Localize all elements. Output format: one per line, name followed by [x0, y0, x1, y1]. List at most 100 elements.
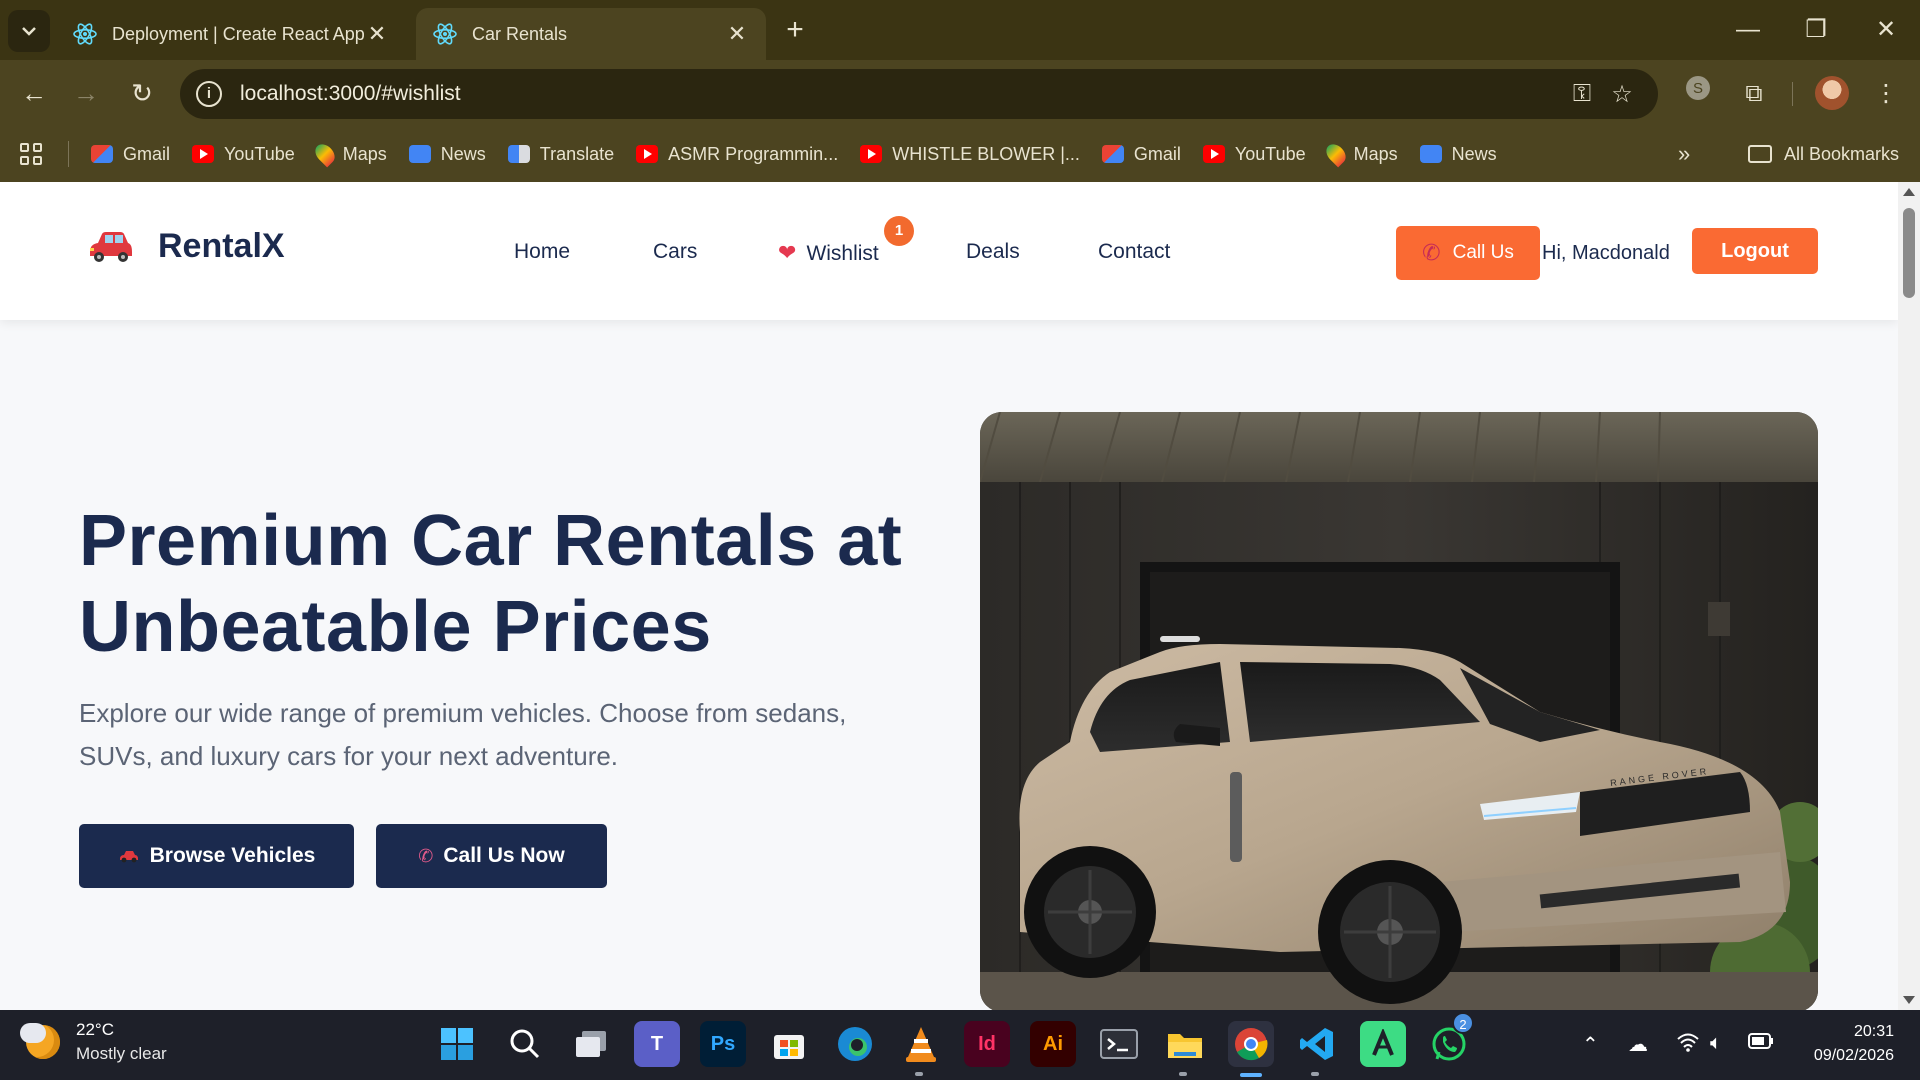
bookmark-news[interactable]: News	[1419, 143, 1497, 165]
nav-home[interactable]: Home	[514, 240, 570, 264]
logout-button[interactable]: Logout	[1692, 228, 1818, 274]
scroll-up-arrow-icon[interactable]	[1903, 188, 1915, 196]
tab-deployment[interactable]: Deployment | Create React App ✕	[56, 8, 406, 60]
windows-start-icon[interactable]	[434, 1021, 480, 1067]
maps-icon	[311, 140, 339, 168]
bookmark-label: Translate	[539, 143, 615, 164]
bookmark-label: News	[440, 143, 486, 164]
nav-contact[interactable]: Contact	[1098, 240, 1170, 264]
red-car-icon	[90, 232, 132, 262]
vscode-icon[interactable]	[1294, 1021, 1340, 1067]
show-hidden-icons-chevron-icon[interactable]: ⌃	[1582, 1032, 1599, 1057]
close-tab-icon[interactable]: ✕	[364, 21, 390, 47]
url-text[interactable]: localhost:3000/#wishlist	[240, 82, 1562, 106]
svg-text:S: S	[1693, 80, 1703, 97]
bookmarks-divider	[68, 141, 69, 167]
bookmark-star-icon[interactable]: ☆	[1602, 80, 1642, 109]
bookmark-news[interactable]: News	[408, 143, 486, 165]
phone-icon: ✆	[418, 845, 434, 866]
photoshop-icon[interactable]: Ps	[700, 1021, 746, 1067]
battery-icon[interactable]	[1748, 1032, 1774, 1055]
illustrator-icon[interactable]: Ai	[1030, 1021, 1076, 1067]
bookmark-asmr-programming[interactable]: ASMR Programmin...	[636, 144, 838, 165]
close-tab-icon[interactable]: ✕	[724, 21, 750, 47]
forward-arrow-icon[interactable]: →	[68, 75, 104, 111]
browse-vehicles-button[interactable]: Browse Vehicles	[79, 824, 354, 888]
all-bookmarks-button[interactable]: All Bookmarks	[1748, 144, 1899, 165]
call-us-now-button[interactable]: ✆ Call Us Now	[376, 824, 607, 888]
running-indicator	[915, 1072, 923, 1076]
page-viewport: RentalX Home Cars ❤ Wishlist 1 Deals Cont…	[0, 182, 1920, 1010]
bookmark-gmail[interactable]: Gmail	[1101, 144, 1181, 165]
tab-car-rentals[interactable]: Car Rentals ✕	[416, 8, 766, 60]
page-scrollbar[interactable]	[1898, 182, 1920, 1010]
nav-wishlist-label: Wishlist	[806, 242, 879, 265]
site-logo[interactable]: RentalX	[84, 226, 285, 266]
weather-widget[interactable]: 22°C Mostly clear	[20, 1018, 167, 1066]
nav-wishlist[interactable]: ❤ Wishlist	[778, 240, 879, 266]
windows-taskbar: 22°C Mostly clear T Ps Id Ai 2 ⌃ ☁ 🔈︎ 20…	[0, 1010, 1920, 1080]
heart-icon: ❤	[778, 240, 797, 265]
vlc-icon[interactable]	[898, 1021, 944, 1067]
tab-title: Car Rentals	[472, 23, 568, 44]
apps-grid-icon[interactable]	[20, 143, 42, 165]
site-info-icon[interactable]: i	[196, 81, 222, 107]
bookmark-youtube[interactable]: YouTube	[1202, 144, 1306, 165]
search-icon[interactable]	[502, 1021, 548, 1067]
extension-s-icon[interactable]: S	[1678, 74, 1718, 114]
chrome-icon[interactable]	[1228, 1021, 1274, 1067]
bookmark-whistle-blower[interactable]: WHISTLE BLOWER |...	[860, 144, 1080, 165]
more-bookmarks-chevron-icon[interactable]: »	[1678, 141, 1690, 167]
more-menu-icon[interactable]: ⋮	[1866, 74, 1906, 114]
restore-icon[interactable]: ❐	[1796, 12, 1836, 48]
chrome-active-indicator	[1240, 1073, 1262, 1077]
maps-icon	[1322, 140, 1350, 168]
weather-condition: Mostly clear	[76, 1044, 167, 1063]
reload-icon[interactable]: ↻	[124, 75, 160, 111]
minimize-icon[interactable]: —	[1728, 12, 1768, 48]
indesign-icon[interactable]: Id	[964, 1021, 1010, 1067]
running-indicator	[1311, 1072, 1319, 1076]
bookmark-maps[interactable]: Maps	[311, 140, 387, 168]
phone-icon: ✆	[1422, 240, 1441, 265]
volume-icon[interactable]: 🔈︎	[1710, 1032, 1722, 1055]
site-header: RentalX Home Cars ❤ Wishlist 1 Deals Cont…	[0, 182, 1898, 320]
all-bookmarks-label: All Bookmarks	[1784, 143, 1900, 164]
nav-deals[interactable]: Deals	[966, 240, 1020, 264]
system-clock[interactable]: 20:31 09/02/2026	[1798, 1020, 1894, 1068]
tab-search-button[interactable]	[8, 10, 50, 52]
bookmark-gmail[interactable]: Gmail	[91, 144, 170, 165]
bookmark-translate[interactable]: Translate	[507, 143, 615, 165]
wifi-icon[interactable]	[1676, 1032, 1700, 1058]
close-window-icon[interactable]: ✕	[1866, 12, 1906, 48]
scrollbar-thumb[interactable]	[1903, 208, 1915, 298]
onedrive-cloud-icon[interactable]: ☁	[1628, 1032, 1648, 1057]
profile-avatar[interactable]	[1815, 76, 1849, 110]
edge-icon[interactable]	[832, 1021, 878, 1067]
clock-time: 20:31	[1853, 1023, 1894, 1040]
scroll-down-arrow-icon[interactable]	[1903, 996, 1915, 1004]
address-bar[interactable]: i localhost:3000/#wishlist ⚿ ☆	[180, 69, 1658, 119]
bookmark-label: YouTube	[224, 143, 295, 164]
moon-cloud-icon	[20, 1023, 60, 1059]
microsoft-store-icon[interactable]	[766, 1021, 812, 1067]
new-tab-button[interactable]: +	[778, 14, 812, 48]
folder-icon	[1748, 145, 1772, 163]
nav-cars[interactable]: Cars	[653, 240, 697, 264]
bookmark-maps[interactable]: Maps	[1322, 140, 1398, 168]
back-arrow-icon[interactable]: ←	[16, 75, 52, 111]
terminal-icon[interactable]	[1096, 1021, 1142, 1067]
task-view-icon[interactable]	[568, 1021, 614, 1067]
react-icon	[433, 23, 457, 45]
file-explorer-icon[interactable]	[1162, 1021, 1208, 1067]
gmail-icon	[91, 145, 113, 163]
bookmark-label: News	[1451, 143, 1497, 164]
call-us-button[interactable]: ✆ Call Us	[1396, 226, 1540, 280]
teams-icon[interactable]: T	[634, 1021, 680, 1067]
password-key-icon[interactable]: ⚿	[1562, 80, 1602, 108]
chevron-down-icon	[22, 27, 36, 36]
extensions-puzzle-icon[interactable]: ⧉	[1734, 74, 1774, 114]
android-studio-icon[interactable]	[1360, 1021, 1406, 1067]
call-us-label: Call Us	[1452, 242, 1514, 263]
bookmark-youtube[interactable]: YouTube	[192, 144, 295, 165]
